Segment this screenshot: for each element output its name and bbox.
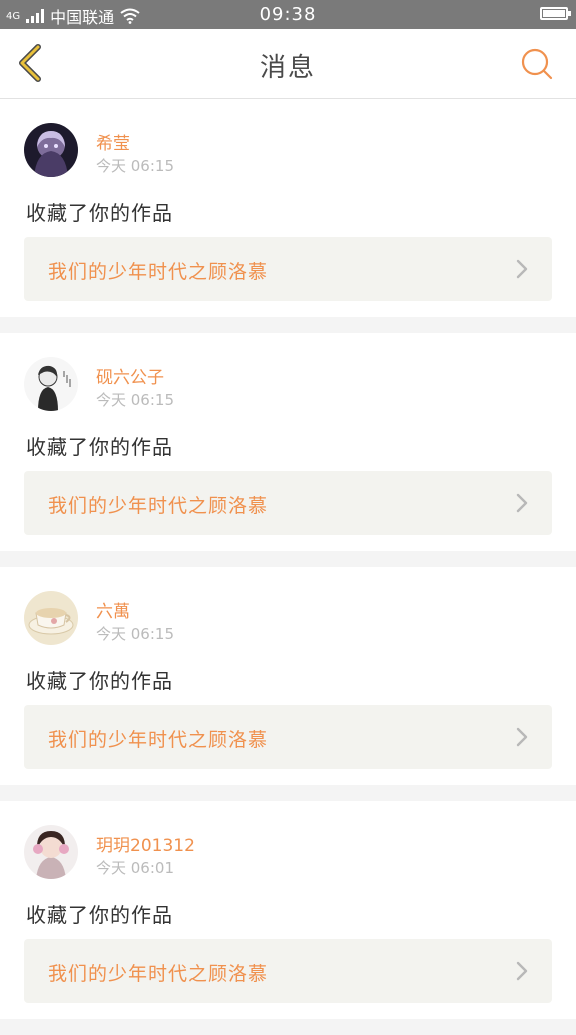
username[interactable]: 六萬 [96, 597, 130, 622]
action-text: 收藏了你的作品 [26, 201, 173, 225]
message-list: 希莹 今天 06:15 收藏了你的作品 我们的少年时代之顾洛慕 砚六公子 今天 … [0, 99, 576, 1035]
timestamp: 今天 06:15 [96, 391, 174, 409]
avatar-headphone-girl-icon [24, 825, 78, 879]
chevron-right-icon [516, 961, 528, 981]
user-avatar[interactable] [24, 825, 78, 879]
timestamp: 今天 06:15 [96, 625, 174, 643]
user-avatar[interactable] [24, 591, 78, 645]
work-title: 我们的少年时代之顾洛慕 [48, 261, 269, 283]
work-link[interactable]: 我们的少年时代之顾洛慕 [24, 237, 552, 301]
work-link[interactable]: 我们的少年时代之顾洛慕 [24, 705, 552, 769]
work-title: 我们的少年时代之顾洛慕 [48, 963, 269, 985]
chevron-right-icon [516, 727, 528, 747]
username[interactable]: 砚六公子 [96, 363, 164, 388]
timestamp: 今天 06:15 [96, 157, 174, 175]
avatar-teacup-icon [24, 591, 78, 645]
work-title: 我们的少年时代之顾洛慕 [48, 495, 269, 517]
user-avatar[interactable] [24, 123, 78, 177]
search-button[interactable] [520, 47, 554, 81]
header: 消息 [0, 29, 576, 99]
avatar-dark-girl-icon [24, 123, 78, 177]
avatar-sketch-boy-icon [24, 357, 78, 411]
chevron-right-icon [516, 493, 528, 513]
username[interactable]: 希莹 [96, 129, 130, 154]
battery-icon [540, 7, 571, 20]
message-card: 玥玥201312 今天 06:01 收藏了你的作品 我们的少年时代之顾洛慕 [0, 801, 576, 1019]
status-bar: 4G 中国联通 09:38 [0, 0, 576, 29]
work-link[interactable]: 我们的少年时代之顾洛慕 [24, 939, 552, 1003]
search-icon [521, 48, 553, 80]
status-time: 09:38 [259, 4, 317, 25]
action-text: 收藏了你的作品 [26, 903, 173, 927]
action-text: 收藏了你的作品 [26, 435, 173, 459]
work-link[interactable]: 我们的少年时代之顾洛慕 [24, 471, 552, 535]
action-text: 收藏了你的作品 [26, 669, 173, 693]
user-avatar[interactable] [24, 357, 78, 411]
username[interactable]: 玥玥201312 [96, 831, 195, 856]
chevron-right-icon [516, 259, 528, 279]
page-title: 消息 [259, 53, 316, 83]
message-card: 希莹 今天 06:15 收藏了你的作品 我们的少年时代之顾洛慕 [0, 99, 576, 317]
message-card: 六萬 今天 06:15 收藏了你的作品 我们的少年时代之顾洛慕 [0, 567, 576, 785]
message-card: 砚六公子 今天 06:15 收藏了你的作品 我们的少年时代之顾洛慕 [0, 333, 576, 551]
timestamp: 今天 06:01 [96, 859, 174, 877]
work-title: 我们的少年时代之顾洛慕 [48, 729, 269, 751]
